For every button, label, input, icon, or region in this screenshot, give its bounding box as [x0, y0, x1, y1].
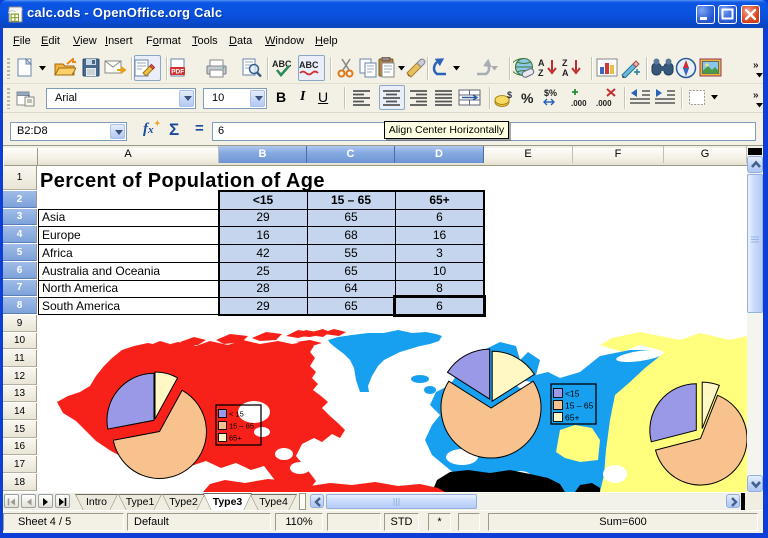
svg-text:.000: .000	[596, 99, 612, 108]
svg-text:$: $	[507, 90, 512, 100]
svg-text:.000: .000	[571, 99, 587, 108]
svg-text:ABC: ABC	[299, 60, 319, 70]
svg-text:Z: Z	[538, 68, 544, 78]
svg-text:A: A	[538, 58, 545, 68]
svg-text:»: »	[753, 90, 759, 101]
svg-text:65+: 65+	[229, 434, 242, 443]
svg-text:<15: <15	[565, 389, 580, 399]
svg-text:Z: Z	[562, 58, 568, 68]
svg-text:PDF: PDF	[171, 69, 184, 76]
svg-text:%: %	[521, 90, 534, 106]
svg-text:$%: $%	[544, 88, 557, 98]
svg-text:15 – 65: 15 – 65	[229, 422, 254, 431]
svg-text:A: A	[562, 68, 569, 78]
svg-text:< 15: < 15	[229, 410, 244, 419]
svg-text:»: »	[753, 60, 759, 71]
svg-text:15 – 65: 15 – 65	[565, 401, 594, 411]
svg-text:65+: 65+	[565, 413, 579, 423]
